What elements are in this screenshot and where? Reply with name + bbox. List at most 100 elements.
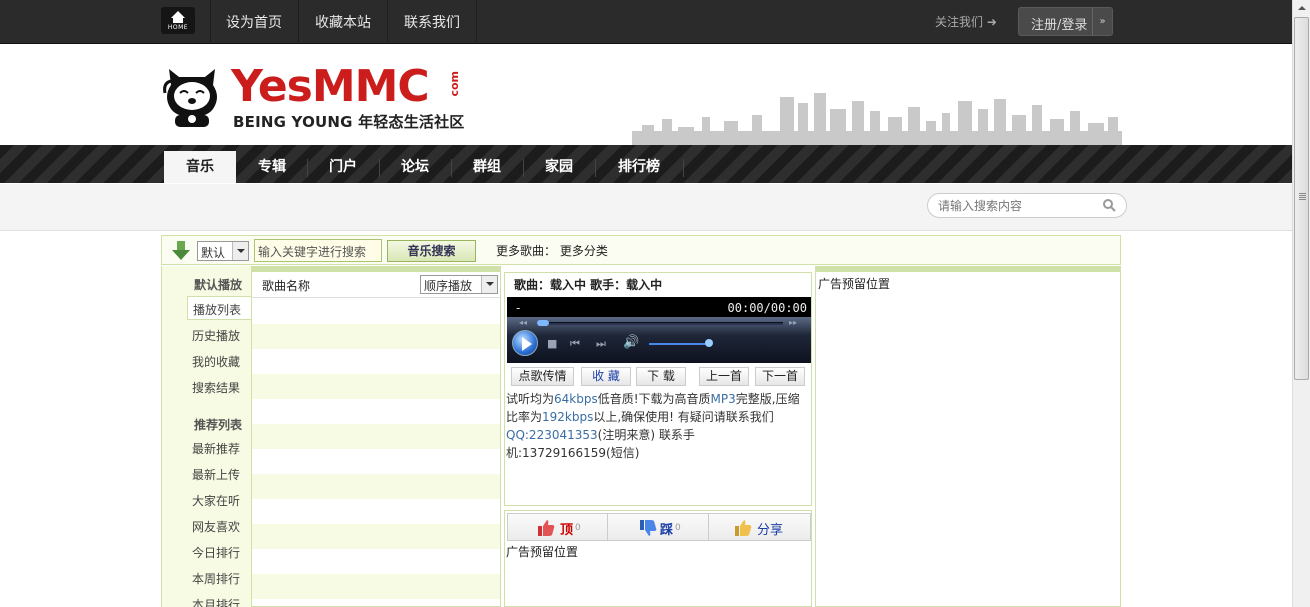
volume-icon[interactable]: 🔊 — [623, 335, 639, 350]
volume-slider[interactable] — [649, 343, 709, 345]
login-register-button[interactable]: 注册/登录 » — [1018, 7, 1113, 36]
nav-item-portal[interactable]: 门户 — [307, 151, 379, 183]
nav-item-groups[interactable]: 群组 — [451, 151, 523, 183]
dislike-label: 踩 — [660, 523, 674, 538]
sidebar-item-latest-uploads[interactable]: 最新上传 — [192, 466, 240, 483]
playlist-sidebar: 默认播放 播放列表 历史播放 我的收藏 搜索结果 推荐列表 最新推荐 最新上传 … — [161, 266, 253, 607]
site-search-input[interactable] — [938, 197, 1098, 214]
city-skyline-image — [632, 93, 1122, 145]
list-item[interactable] — [252, 499, 500, 524]
sidebar-item-daily-chart[interactable]: 今日排行 — [192, 544, 240, 561]
player-screen: - 00:00/00:00 ◂◂ ▸▸ ■ ⏮ ⏭ 🔊 — [507, 297, 811, 363]
list-item[interactable] — [252, 449, 500, 474]
now-playing-info: 歌曲：载入中 歌手：载入中 — [514, 278, 663, 292]
nav-item-forum[interactable]: 论坛 — [379, 151, 451, 183]
divider — [210, 0, 211, 44]
play-order-select[interactable]: 顺序播放 — [420, 275, 498, 294]
divider — [298, 0, 299, 44]
nav-item-music[interactable]: 音乐 — [164, 151, 236, 183]
dislike-count: 0 — [675, 523, 681, 533]
volume-handle[interactable] — [704, 339, 713, 347]
music-search-type-select[interactable]: 默认 — [197, 241, 249, 261]
list-item[interactable] — [252, 474, 500, 499]
lucky-cat-logo-icon — [163, 69, 217, 127]
song-list-panel: 歌曲名称 顺序播放 — [251, 266, 501, 607]
play-order-value: 顺序播放 — [424, 279, 473, 293]
nav-item-charts[interactable]: 排行榜 — [603, 151, 675, 183]
like-button[interactable]: 顶 0 — [507, 513, 609, 541]
track-title-display: - — [516, 301, 521, 315]
player-controls: ◂◂ ▸▸ ■ ⏮ ⏭ 🔊 — [507, 317, 811, 363]
like-label: 顶 — [560, 523, 574, 538]
page-scrollbar[interactable] — [1292, 0, 1310, 607]
ad-placeholder-right: 广告预留位置 — [818, 277, 891, 291]
audio-quality-note: 试听均为64kbps低音质!下载为高音质MP3完整版,压缩比率为192kbps以… — [506, 392, 800, 460]
stop-icon[interactable]: ■ — [547, 337, 557, 350]
divider — [387, 0, 388, 44]
brand-logo-text: YesMMC com — [231, 65, 461, 109]
music-player: 歌曲：载入中 歌手：载入中 - 00:00/00:00 ◂◂ ▸▸ ■ ⏮ ⏭ … — [504, 272, 812, 506]
next-track-icon[interactable]: ⏭ — [596, 337, 606, 351]
chevron-down-icon[interactable]: » — [1092, 8, 1112, 35]
sidebar-item-user-favorites[interactable]: 网友喜欢 — [192, 518, 240, 535]
more-categories-link[interactable]: 更多分类 — [560, 244, 608, 258]
sidebar-item-playlist[interactable]: 播放列表 — [187, 296, 253, 320]
list-item[interactable] — [252, 299, 500, 324]
dedicate-song-button[interactable]: 点歌传情 — [511, 367, 574, 386]
brand-com-text: com — [448, 71, 461, 97]
bookmark-site-link[interactable]: 收藏本站 — [315, 12, 371, 32]
login-label: 注册/登录 — [1031, 18, 1088, 33]
list-item[interactable] — [252, 349, 500, 374]
seek-handle[interactable] — [537, 320, 549, 326]
sidebar-item-search-results[interactable]: 搜索结果 — [192, 379, 240, 396]
list-item[interactable] — [252, 549, 500, 574]
list-item[interactable] — [252, 574, 500, 599]
play-button[interactable] — [512, 330, 538, 356]
favorite-button[interactable]: 收 藏 — [581, 367, 631, 386]
share-button[interactable]: 分享 — [708, 513, 811, 541]
sidebar-item-history[interactable]: 历史播放 — [192, 327, 240, 344]
follow-us-label: 关注我们 — [935, 15, 984, 29]
set-homepage-link[interactable]: 设为首页 — [226, 12, 282, 32]
nav-item-album[interactable]: 专辑 — [236, 151, 308, 183]
previous-song-button[interactable]: 上一首 — [699, 367, 749, 386]
search-icon[interactable] — [1102, 198, 1116, 212]
download-button[interactable]: 下 载 — [636, 367, 686, 386]
more-links: 更多歌曲： 更多分类 — [496, 242, 608, 259]
scroll-up-arrow-icon[interactable] — [1293, 0, 1310, 17]
list-item[interactable] — [252, 399, 500, 424]
chevron-down-icon — [481, 276, 497, 293]
vote-share-panel: 顶 0 踩 0 分享 广告预留位置 — [504, 510, 812, 607]
nav-item-home[interactable]: 家园 — [523, 151, 595, 183]
follow-us-link[interactable]: 关注我们 ➜ — [935, 13, 997, 30]
right-ad-panel: 广告预留位置 — [815, 266, 1121, 607]
list-item[interactable] — [252, 524, 500, 549]
home-button[interactable]: HOME — [161, 7, 195, 34]
fast-forward-icon[interactable]: ▸▸ — [789, 318, 797, 327]
download-arrow-icon — [172, 241, 190, 260]
like-count: 0 — [575, 523, 581, 533]
divider — [476, 0, 477, 44]
sidebar-item-latest-recommended[interactable]: 最新推荐 — [192, 440, 240, 457]
list-item[interactable] — [252, 374, 500, 399]
contact-us-link[interactable]: 联系我们 — [404, 12, 460, 32]
list-item[interactable] — [252, 324, 500, 349]
chevron-down-icon — [232, 242, 248, 260]
home-label: HOME — [167, 24, 189, 31]
previous-track-icon[interactable]: ⏮ — [570, 337, 580, 351]
select-value: 默认 — [201, 246, 226, 260]
sidebar-item-listening-now[interactable]: 大家在听 — [192, 492, 240, 509]
music-keyword-input[interactable]: 输入关键字进行搜索 — [254, 239, 382, 262]
thumbs-up-icon — [538, 520, 555, 536]
sidebar-item-monthly-chart[interactable]: 本月排行 — [192, 596, 240, 607]
sidebar-item-weekly-chart[interactable]: 本周排行 — [192, 570, 240, 587]
music-search-button[interactable]: 音乐搜索 — [387, 240, 476, 262]
dislike-button[interactable]: 踩 0 — [607, 513, 709, 541]
rewind-icon[interactable]: ◂◂ — [519, 318, 527, 327]
seek-bar[interactable] — [537, 322, 783, 325]
sidebar-item-favorites[interactable]: 我的收藏 — [192, 353, 240, 370]
list-item[interactable] — [252, 424, 500, 449]
header-logo-area: YesMMC com BEING YOUNG 年轻态生活社区 — [0, 45, 1292, 145]
next-song-button[interactable]: 下一首 — [755, 367, 805, 386]
scrollbar-thumb[interactable] — [1294, 17, 1309, 380]
